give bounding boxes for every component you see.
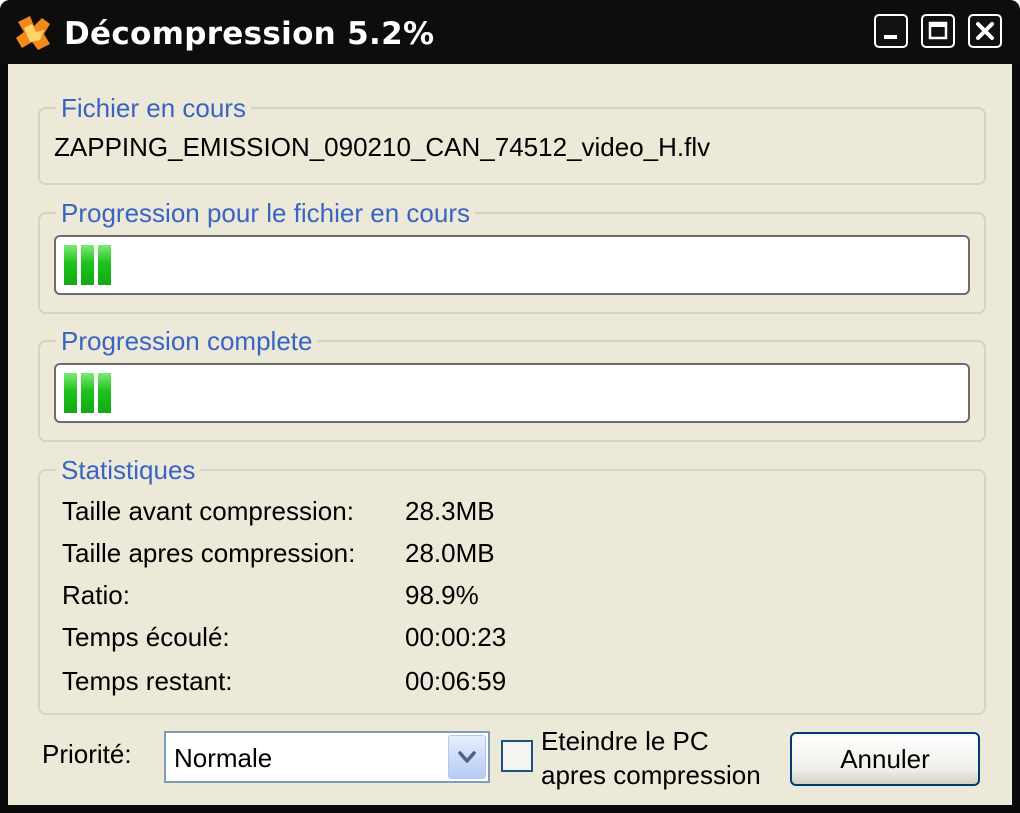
file-progress-bar xyxy=(54,235,970,295)
statistics-group: Statistiques Taille avant compression: 2… xyxy=(38,454,986,715)
stat-label-remaining: Temps restant: xyxy=(62,666,233,696)
priority-label: Priorité: xyxy=(42,739,132,769)
cancel-button[interactable]: Annuler xyxy=(790,732,980,786)
stat-label-size-after: Taille apres compression: xyxy=(62,538,356,568)
stat-label-size-before: Taille avant compression: xyxy=(62,496,354,526)
progress-block xyxy=(81,245,94,285)
minimize-icon xyxy=(884,35,897,39)
shutdown-label-line1: Eteindre le PC xyxy=(541,726,709,756)
progress-block xyxy=(98,245,111,285)
progress-block xyxy=(81,373,94,413)
shutdown-label-line2: apres compression xyxy=(541,760,761,790)
window-title: Décompression 5.2% xyxy=(64,16,435,52)
progress-block xyxy=(98,373,111,413)
statistics-legend: Statistiques xyxy=(56,454,201,486)
priority-dropdown-button[interactable] xyxy=(448,735,486,779)
stat-value-size-after: 28.0MB xyxy=(405,538,495,568)
maximize-button[interactable] xyxy=(921,14,955,48)
decompression-window: Décompression 5.2% Fichier en cours ZAPP… xyxy=(0,0,1020,813)
stat-value-remaining: 00:06:59 xyxy=(405,666,507,696)
close-icon xyxy=(976,22,994,40)
stat-value-size-before: 28.3MB xyxy=(405,496,495,526)
file-progress-group: Progression pour le fichier en cours xyxy=(38,197,986,314)
current-file-name: ZAPPING_EMISSION_090210_CAN_74512_video_… xyxy=(54,132,711,162)
total-progress-group: Progression complete xyxy=(38,325,986,442)
stat-label-ratio: Ratio: xyxy=(62,580,130,610)
shutdown-checkbox[interactable] xyxy=(501,740,533,772)
progress-block xyxy=(64,373,77,413)
title-bar[interactable]: Décompression 5.2% xyxy=(0,0,1020,64)
close-button[interactable] xyxy=(968,14,1002,48)
progress-block xyxy=(64,245,77,285)
current-file-group: Fichier en cours ZAPPING_EMISSION_090210… xyxy=(38,92,986,185)
total-progress-legend: Progression complete xyxy=(56,325,318,357)
total-progress-bar xyxy=(54,363,970,423)
chevron-down-icon xyxy=(458,751,476,763)
maximize-icon xyxy=(928,21,948,40)
stat-value-ratio: 98.9% xyxy=(405,580,479,610)
file-progress-legend: Progression pour le fichier en cours xyxy=(56,197,475,229)
priority-select-value: Normale xyxy=(174,743,273,773)
stat-label-elapsed: Temps écoulé: xyxy=(62,622,230,652)
shutdown-checkbox-label[interactable]: Eteindre le PC apres compression xyxy=(541,724,761,792)
priority-select[interactable]: Normale xyxy=(164,731,490,783)
dialog-body: Fichier en cours ZAPPING_EMISSION_090210… xyxy=(8,64,1012,805)
minimize-button[interactable] xyxy=(874,14,908,48)
stat-value-elapsed: 00:00:23 xyxy=(405,622,507,652)
app-icon xyxy=(16,16,50,50)
current-file-legend: Fichier en cours xyxy=(56,92,251,124)
